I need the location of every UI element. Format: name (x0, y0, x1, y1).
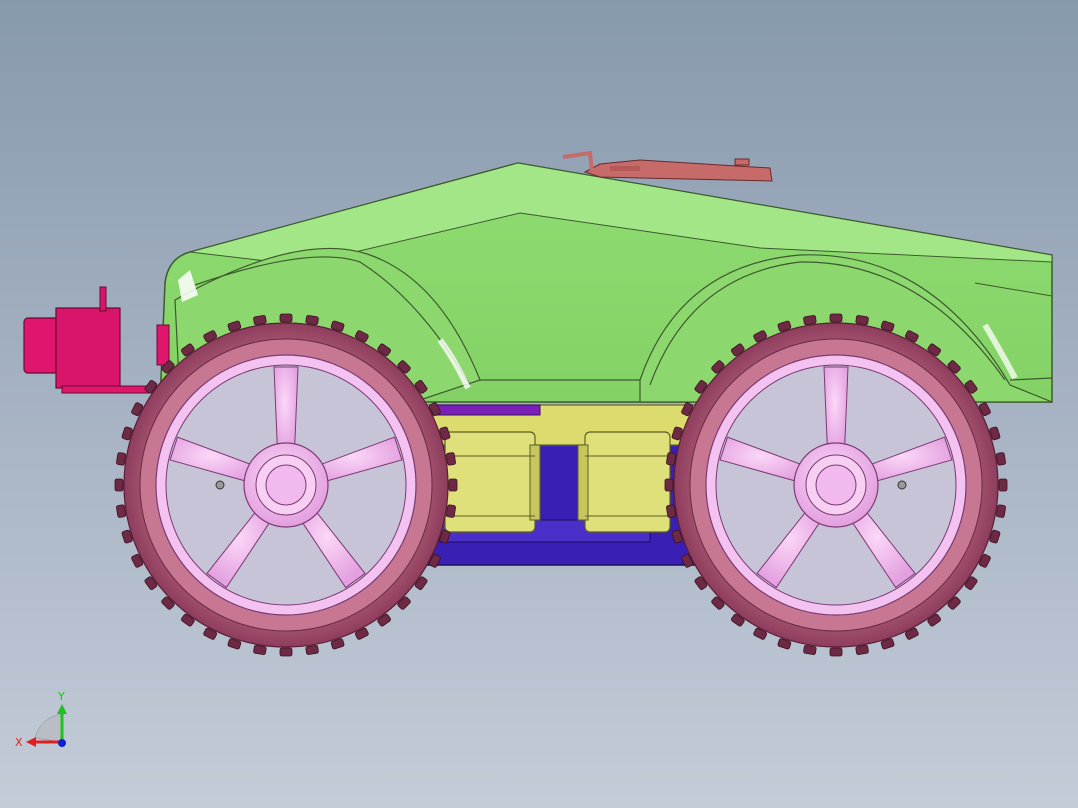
left-motor (444, 431, 541, 533)
tire-tread-lug (253, 644, 267, 655)
tire-tread-lug (803, 315, 817, 326)
x-axis-label: X (15, 736, 23, 749)
z-axis-dot (58, 739, 66, 747)
tire-tread-lug (855, 315, 869, 326)
tire-tread-lug (305, 644, 319, 655)
tire-tread-lug (829, 313, 843, 323)
front-wheel (114, 313, 458, 657)
cad-3d-viewport[interactable]: Y X (0, 0, 1078, 808)
tire-tread-lug (998, 478, 1008, 492)
tire-tread-lug (666, 452, 677, 466)
tire-tread-lug (116, 452, 127, 466)
tire-tread-lug (305, 315, 319, 326)
coordinate-triad: Y X (15, 690, 67, 749)
tire-tread-lug (445, 504, 456, 518)
right-motor (577, 431, 671, 533)
tire-tread-lug (664, 478, 674, 492)
tire-tread-lug (445, 452, 456, 466)
y-axis-label: Y (57, 690, 65, 703)
triad-plane-icon (34, 713, 63, 743)
rear-wheel (664, 313, 1008, 657)
tire-tread-lug (253, 315, 267, 326)
front-sensor (23, 286, 170, 394)
tire-tread-lug (855, 644, 869, 655)
screw (897, 480, 907, 490)
tire-tread-lug (666, 504, 677, 518)
tire-tread-lug (279, 647, 293, 657)
tire-tread-lug (448, 478, 458, 492)
tire-tread-lug (116, 504, 127, 518)
tire-tread-lug (995, 452, 1006, 466)
tire-tread-lug (114, 478, 124, 492)
screw (215, 480, 225, 490)
robot-car-model[interactable]: Y X (0, 0, 1078, 808)
tire-tread-lug (279, 313, 293, 323)
tire-tread-lug (995, 504, 1006, 518)
tire-tread-lug (829, 647, 843, 657)
tire-tread-lug (803, 644, 817, 655)
